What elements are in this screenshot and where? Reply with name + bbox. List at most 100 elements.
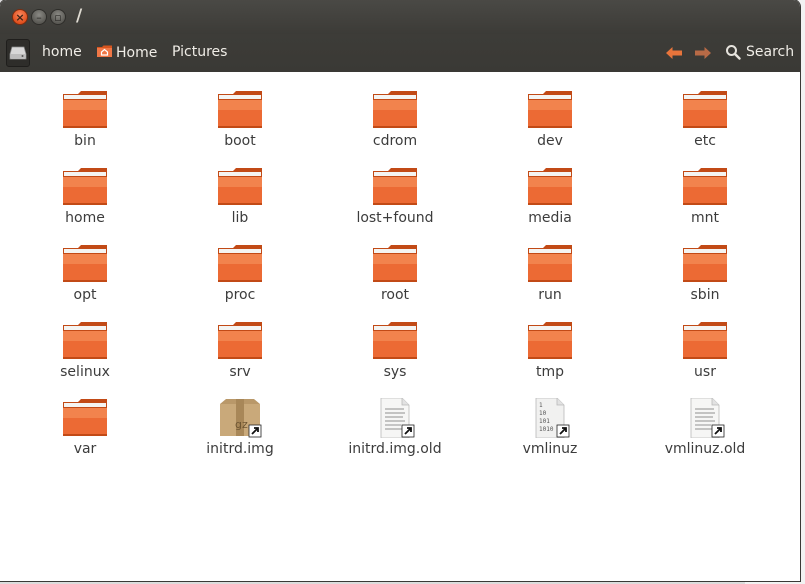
file-item[interactable]: vmlinuz.old xyxy=(635,397,775,457)
harddisk-icon xyxy=(9,46,27,60)
file-item[interactable]: mnt xyxy=(635,167,775,226)
file-item[interactable]: opt xyxy=(15,244,155,303)
file-name-label: dev xyxy=(537,133,563,149)
file-name-label: boot xyxy=(224,133,256,149)
folder-icon xyxy=(526,90,574,130)
folder-icon xyxy=(61,321,109,361)
file-item[interactable]: tmp xyxy=(480,321,620,380)
file-name-label: lost+found xyxy=(356,210,434,226)
filesystem-root-button[interactable] xyxy=(6,39,30,67)
folder-icon xyxy=(371,167,419,207)
arrow-left-icon xyxy=(666,47,682,59)
file-item[interactable]: sys xyxy=(325,321,465,380)
file-name-label: opt xyxy=(73,287,97,303)
file-item[interactable]: sbin xyxy=(635,244,775,303)
back-button[interactable] xyxy=(665,44,683,62)
breadcrumb-home-folder[interactable]: Home xyxy=(96,44,157,62)
binary-file-icon: 1 10 101 1010 xyxy=(526,397,574,439)
maximize-window-button[interactable]: ▫ xyxy=(50,9,66,25)
file-name-label: sys xyxy=(383,364,407,380)
file-name-label: vmlinuz xyxy=(522,441,578,457)
file-item[interactable]: srv xyxy=(170,321,310,380)
svg-text:10: 10 xyxy=(539,410,547,417)
close-window-button[interactable]: × xyxy=(12,9,28,25)
title-bar: × – ▫ / xyxy=(0,0,800,34)
svg-text:1010: 1010 xyxy=(539,426,554,433)
folder-icon xyxy=(681,90,729,130)
file-item[interactable]: home xyxy=(15,167,155,226)
file-item[interactable]: gz initrd.img xyxy=(170,398,310,457)
file-item[interactable]: media xyxy=(480,167,620,226)
arrow-right-icon xyxy=(695,47,711,59)
breadcrumb-label: home xyxy=(42,44,82,60)
folder-icon xyxy=(216,244,264,284)
folder-icon xyxy=(61,167,109,207)
file-name-label: run xyxy=(538,287,562,303)
text-file-icon xyxy=(681,397,729,439)
archive-file-icon: gz xyxy=(216,398,264,438)
file-item[interactable]: 1 10 101 1010 vmlinuz xyxy=(480,397,620,457)
file-name-label: cdrom xyxy=(372,133,418,149)
file-name-label: initrd.img xyxy=(206,441,274,457)
folder-icon xyxy=(526,244,574,284)
file-item[interactable]: dev xyxy=(480,90,620,149)
folder-icon xyxy=(61,398,109,438)
file-item[interactable]: bin xyxy=(15,90,155,149)
svg-text:1: 1 xyxy=(539,402,543,409)
folder-icon xyxy=(371,244,419,284)
file-item[interactable]: etc xyxy=(635,90,775,149)
file-name-label: selinux xyxy=(60,364,110,380)
minimize-window-button[interactable]: – xyxy=(31,9,47,25)
file-item[interactable]: run xyxy=(480,244,620,303)
file-name-label: proc xyxy=(224,287,256,303)
home-folder-icon xyxy=(96,44,113,62)
file-name-label: initrd.img.old xyxy=(348,441,442,457)
search-label: Search xyxy=(746,44,795,60)
file-item[interactable]: proc xyxy=(170,244,310,303)
file-item[interactable]: selinux xyxy=(15,321,155,380)
svg-text:gz: gz xyxy=(235,418,248,431)
folder-icon xyxy=(526,167,574,207)
file-name-label: media xyxy=(528,210,572,226)
breadcrumb-label: Pictures xyxy=(172,44,228,60)
file-name-label: mnt xyxy=(691,210,719,226)
window-title: / xyxy=(76,6,83,26)
file-item[interactable]: usr xyxy=(635,321,775,380)
file-name-label: vmlinuz.old xyxy=(664,441,746,457)
folder-icon xyxy=(216,321,264,361)
file-item[interactable]: root xyxy=(325,244,465,303)
file-manager-window: × – ▫ / home Home Pictures Search bin bo… xyxy=(0,0,800,581)
forward-button[interactable] xyxy=(694,44,712,62)
folder-icon xyxy=(681,244,729,284)
folder-icon xyxy=(526,321,574,361)
folder-icon xyxy=(216,167,264,207)
file-name-label: home xyxy=(65,210,105,226)
file-item[interactable]: lost+found xyxy=(325,167,465,226)
folder-icon xyxy=(61,90,109,130)
folder-icon xyxy=(681,167,729,207)
breadcrumb-label: Home xyxy=(116,45,158,61)
file-name-label: root xyxy=(380,287,410,303)
file-item[interactable]: boot xyxy=(170,90,310,149)
file-item[interactable]: cdrom xyxy=(325,90,465,149)
folder-icon xyxy=(371,90,419,130)
file-name-label: usr xyxy=(694,364,716,380)
toolbar: home Home Pictures Search xyxy=(0,34,800,73)
file-name-label: sbin xyxy=(690,287,720,303)
file-name-label: srv xyxy=(229,364,251,380)
file-item[interactable]: initrd.img.old xyxy=(325,397,465,457)
folder-icon xyxy=(371,321,419,361)
file-item[interactable]: var xyxy=(15,398,155,457)
file-name-label: etc xyxy=(694,133,716,149)
folder-icon xyxy=(61,244,109,284)
breadcrumb-home-dir[interactable]: home xyxy=(42,44,82,60)
file-name-label: tmp xyxy=(535,364,564,380)
breadcrumb-pictures[interactable]: Pictures xyxy=(172,44,227,60)
search-button[interactable]: Search xyxy=(725,44,794,60)
svg-text:101: 101 xyxy=(539,418,550,425)
file-name-label: var xyxy=(73,441,97,457)
file-name-label: bin xyxy=(74,133,96,149)
file-item[interactable]: lib xyxy=(170,167,310,226)
text-file-icon xyxy=(371,397,419,439)
search-icon xyxy=(726,45,741,60)
